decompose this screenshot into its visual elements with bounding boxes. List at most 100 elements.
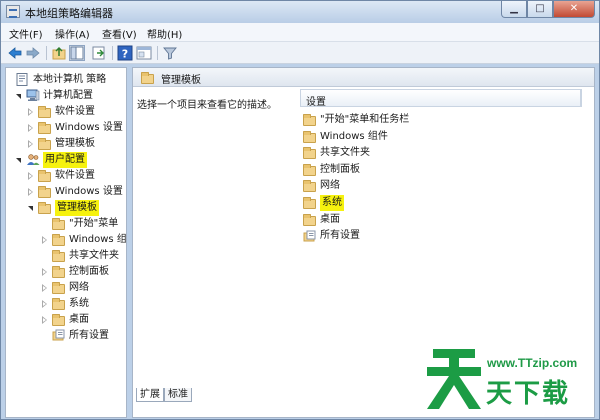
close-button[interactable]: ✕ [553, 1, 595, 18]
settings-list-item-label: 桌面 [320, 213, 340, 225]
tree-item[interactable]: Windows 设置 [28, 184, 126, 200]
tree-item-label: 计算机配置 [43, 90, 93, 101]
expand-arrow-icon[interactable] [42, 284, 47, 292]
collapse-arrow-icon[interactable] [16, 94, 21, 99]
settings-list-item[interactable]: 所有设置 [300, 228, 570, 244]
folder-icon [303, 197, 316, 209]
app-icon [6, 5, 20, 18]
folder-icon [303, 163, 316, 176]
expand-arrow-icon[interactable] [28, 172, 33, 180]
tree-item[interactable]: 所有设置 [42, 328, 126, 344]
folder-icon [38, 201, 52, 214]
settings-list-item[interactable]: 桌面 [300, 212, 570, 228]
tree-item[interactable]: Windows 设置 [28, 120, 126, 136]
minimize-button[interactable]: ▁ [501, 1, 527, 18]
folder-icon [141, 72, 154, 84]
menu-help[interactable]: 帮助(H) [147, 26, 182, 41]
filter-icon[interactable] [162, 45, 178, 61]
tree-item[interactable]: 管理模板 [28, 136, 126, 152]
expand-arrow-icon[interactable] [42, 268, 47, 276]
expand-arrow-icon[interactable] [42, 300, 47, 308]
tree-item-label: "开始"菜单 [69, 218, 119, 229]
tree-item[interactable]: 软件设置 [28, 104, 126, 120]
folder-icon [52, 233, 66, 246]
settings-list-item[interactable]: "开始"菜单和任务栏 [300, 112, 570, 128]
menu-action[interactable]: 操作(A) [55, 26, 90, 41]
folder-icon [38, 121, 52, 134]
expand-arrow-icon[interactable] [42, 316, 47, 324]
settings-list-item-label: 系统 [320, 195, 344, 211]
tree-item[interactable]: 共享文件夹 [42, 248, 126, 264]
tree-item[interactable]: 桌面 [42, 312, 126, 328]
help-icon[interactable]: ? [117, 45, 133, 61]
tree-item[interactable]: Windows 组件 [42, 232, 127, 248]
collapse-arrow-icon[interactable] [28, 206, 33, 211]
menu-view[interactable]: 查看(V) [102, 26, 137, 41]
title-bar[interactable]: 本地组策略编辑器 ▁ □ ✕ [1, 1, 599, 23]
collapse-arrow-icon[interactable] [16, 158, 21, 163]
tree-item[interactable]: 本地计算机 策略 [6, 72, 126, 88]
expand-arrow-icon[interactable] [42, 236, 47, 244]
settings-list-item-label: 所有设置 [320, 230, 360, 242]
toolbar-separator [112, 46, 113, 60]
settings-list-item[interactable]: Windows 组件 [300, 129, 570, 145]
tree-item[interactable]: 控制面板 [42, 264, 126, 280]
tree-item-label: 软件设置 [55, 106, 95, 117]
settings-list-item-label: 共享文件夹 [320, 147, 370, 159]
forward-arrow-icon[interactable] [25, 45, 41, 61]
export-list-icon[interactable] [91, 45, 107, 61]
tree-item-label: Windows 组件 [69, 234, 127, 245]
settings-list-item[interactable]: 系统 [300, 195, 570, 211]
folder-icon [303, 130, 316, 143]
settings-icon [52, 329, 66, 342]
item-description: 选择一个项目来查看它的描述。 [137, 100, 277, 111]
folder-icon [52, 217, 66, 230]
folder-icon [52, 313, 66, 326]
settings-list-item[interactable]: 控制面板 [300, 162, 570, 178]
toolbar: ? [1, 42, 599, 64]
tree-item-label: 用户配置 [43, 152, 87, 168]
settings-list-item[interactable]: 网络 [300, 178, 570, 194]
maximize-button[interactable]: □ [527, 1, 553, 18]
tab-extended[interactable]: 扩展 [136, 388, 164, 402]
folder-icon [52, 297, 66, 310]
tree-item[interactable]: 软件设置 [28, 168, 126, 184]
folder-icon [38, 185, 52, 198]
tree-item-label: 控制面板 [69, 266, 109, 277]
watermark-url: www.TTzip.com [487, 356, 578, 370]
tree-item-label: Windows 设置 [55, 122, 123, 133]
settings-list-item[interactable]: 共享文件夹 [300, 145, 570, 161]
expand-arrow-icon[interactable] [28, 108, 33, 116]
menu-file[interactable]: 文件(F) [9, 26, 43, 41]
tree-item[interactable]: 计算机配置 [16, 88, 126, 104]
column-header-setting[interactable]: 设置 [300, 89, 582, 108]
tree-item[interactable]: 系统 [42, 296, 126, 312]
expand-arrow-icon[interactable] [28, 124, 33, 132]
tree-item-label: 软件设置 [55, 170, 95, 181]
detail-header-title: 管理模板 [161, 75, 201, 86]
tree-item[interactable]: "开始"菜单 [42, 216, 126, 232]
tree-item[interactable]: 用户配置 [16, 152, 126, 168]
show-tree-icon[interactable] [69, 45, 85, 61]
tree-item[interactable]: 网络 [42, 280, 126, 296]
settings-list-item-label: "开始"菜单和任务栏 [320, 114, 410, 125]
expand-arrow-icon[interactable] [28, 188, 33, 196]
folder-icon [303, 180, 316, 193]
settings-list-item-label: Windows 组件 [320, 130, 388, 142]
policy-tree[interactable]: 本地计算机 策略 计算机配置 软件设置 Windows 设置 管理模板 用户配置 软件设置 W… [5, 67, 127, 418]
up-folder-icon[interactable] [51, 45, 67, 61]
tab-standard[interactable]: 标准 [164, 388, 192, 402]
tree-item[interactable]: 管理模板 [28, 200, 126, 216]
folder-icon [52, 281, 66, 294]
window-title: 本地组策略编辑器 [25, 7, 113, 20]
properties-icon[interactable] [136, 45, 152, 61]
toolbar-separator [157, 46, 158, 60]
folder-icon [303, 213, 316, 226]
watermark-text: 天下载 [486, 378, 571, 408]
back-arrow-icon[interactable] [7, 45, 23, 61]
menu-bar: 文件(F) 操作(A) 查看(V) 帮助(H) [1, 23, 599, 42]
tree-item-label: 系统 [69, 298, 89, 309]
folder-icon [52, 249, 66, 262]
expand-arrow-icon[interactable] [28, 140, 33, 148]
tree-item-label: 所有设置 [69, 330, 109, 341]
